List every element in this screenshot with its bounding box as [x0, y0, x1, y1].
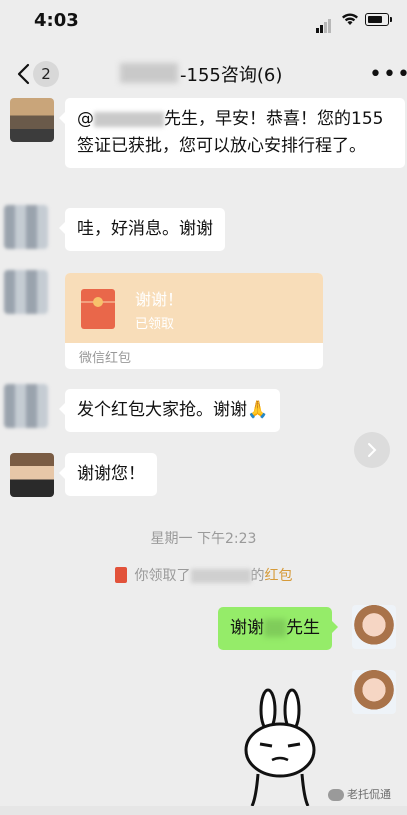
battery-icon: [365, 13, 392, 26]
message-text: 谢谢: [230, 618, 264, 638]
mention-at: @: [77, 109, 94, 129]
chat-title: -155咨询(6): [180, 65, 283, 86]
wifi-icon: [342, 13, 358, 25]
avatar-self[interactable]: [352, 605, 396, 649]
message-text: 哇，好消息。谢谢: [77, 219, 213, 239]
rabbit-sticker[interactable]: [238, 688, 324, 808]
message-bubble[interactable]: 哇，好消息。谢谢: [59, 208, 225, 251]
unread-count-badge[interactable]: 2: [33, 61, 59, 87]
wechat-logo-icon: [328, 789, 344, 801]
red-envelope-icon: [114, 567, 127, 583]
red-envelope-icon: [81, 289, 115, 329]
message-bubble[interactable]: @ 先生，早安！恭喜！您的155签证已获批，您可以放心安排行程了。: [59, 98, 405, 168]
signal-icon: [316, 14, 332, 33]
redacted-name: [264, 619, 286, 637]
redacted-name: [190, 569, 251, 583]
red-packet-card[interactable]: 谢谢！ 已领取 微信红包: [65, 273, 323, 369]
avatar-self[interactable]: [352, 670, 396, 714]
message-bubble[interactable]: 发个红包大家抢。谢谢🙏: [58, 389, 281, 432]
group-name-redacted: [120, 63, 178, 83]
chat-header: 2 -155咨询(6) •••: [0, 52, 407, 96]
system-notice-text: 的: [250, 568, 265, 584]
message-text: 发个红包大家抢。谢谢🙏: [77, 400, 269, 420]
status-bar: 4:03: [0, 0, 407, 44]
avatar[interactable]: [10, 453, 54, 497]
red-packet-status: 已领取: [135, 317, 175, 332]
message-text: 谢谢您！: [77, 464, 145, 484]
red-packet-title: 谢谢！: [135, 290, 184, 309]
red-packet-link[interactable]: 红包: [265, 568, 293, 584]
red-packet-footer: 微信红包: [79, 351, 132, 366]
avatar[interactable]: [10, 98, 54, 142]
avatar[interactable]: [4, 270, 48, 314]
scroll-down-button[interactable]: [354, 432, 390, 468]
message-bubble[interactable]: 谢谢您！: [59, 453, 157, 496]
redacted-name: [94, 111, 164, 127]
avatar[interactable]: [4, 205, 48, 249]
watermark-text: 老托侃通: [347, 788, 391, 801]
message-timestamp: 星期一 下午2:23: [150, 531, 257, 547]
message-text: 先生: [286, 618, 320, 638]
system-notice-text: 你领取了: [134, 568, 191, 584]
chevron-right-icon: [368, 443, 377, 457]
status-time: 4:03: [34, 10, 79, 31]
system-notice: 你领取了 的红包: [0, 565, 407, 585]
watermark: 老托侃通: [328, 786, 391, 802]
avatar[interactable]: [4, 384, 48, 428]
more-dots-icon[interactable]: •••: [369, 64, 407, 86]
message-bubble-self[interactable]: 谢谢 先生: [218, 607, 338, 650]
input-bar-edge: [0, 806, 407, 815]
